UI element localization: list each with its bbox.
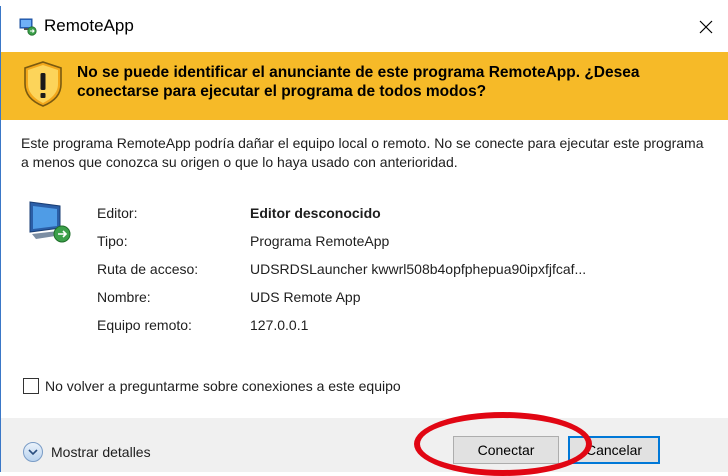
chevron-down-icon[interactable]	[23, 442, 43, 462]
show-details-label[interactable]: Mostrar detalles	[51, 444, 151, 460]
window-title: RemoteApp	[44, 16, 134, 35]
detail-value: UDS Remote App	[250, 289, 361, 305]
detail-value: Programa RemoteApp	[250, 233, 390, 249]
detail-label: Ruta de acceso:	[97, 261, 199, 277]
detail-label: Equipo remoto:	[97, 317, 192, 333]
detail-value: Editor desconocido	[250, 205, 381, 221]
detail-value: UDSRDSLauncher kwwrl508b4opfphepua90ipxf…	[250, 261, 587, 277]
remoteapp-icon	[19, 18, 37, 36]
remote-computer-icon	[29, 201, 71, 243]
detail-value: 127.0.0.1	[250, 317, 309, 333]
security-description: Este programa RemoteApp podría dañar el …	[21, 135, 704, 170]
dont-ask-again-checkbox[interactable]	[23, 378, 39, 394]
show-details-toggle[interactable]: Mostrar detalles	[23, 442, 151, 462]
warning-message: No se puede identificar el anunciante de…	[77, 64, 640, 100]
cancel-button[interactable]: Cancelar	[568, 436, 660, 464]
dialog-footer: Mostrar detalles Conectar Cancelar	[1, 418, 728, 472]
close-button[interactable]	[683, 6, 728, 48]
connect-button[interactable]: Conectar	[453, 436, 559, 464]
detail-label: Editor:	[97, 205, 138, 221]
warning-banner: No se puede identificar el anunciante de…	[1, 52, 728, 120]
dont-ask-again-option[interactable]: No volver a preguntarme sobre conexiones…	[23, 378, 401, 394]
remoteapp-dialog: RemoteApp No se puede identificar el anu…	[0, 6, 728, 472]
title-bar: RemoteApp	[1, 6, 728, 48]
dont-ask-again-label[interactable]: No volver a preguntarme sobre conexiones…	[45, 378, 401, 394]
detail-label: Tipo:	[97, 233, 128, 249]
close-icon	[699, 20, 713, 34]
shield-warning-icon	[24, 61, 62, 107]
detail-label: Nombre:	[97, 289, 151, 305]
